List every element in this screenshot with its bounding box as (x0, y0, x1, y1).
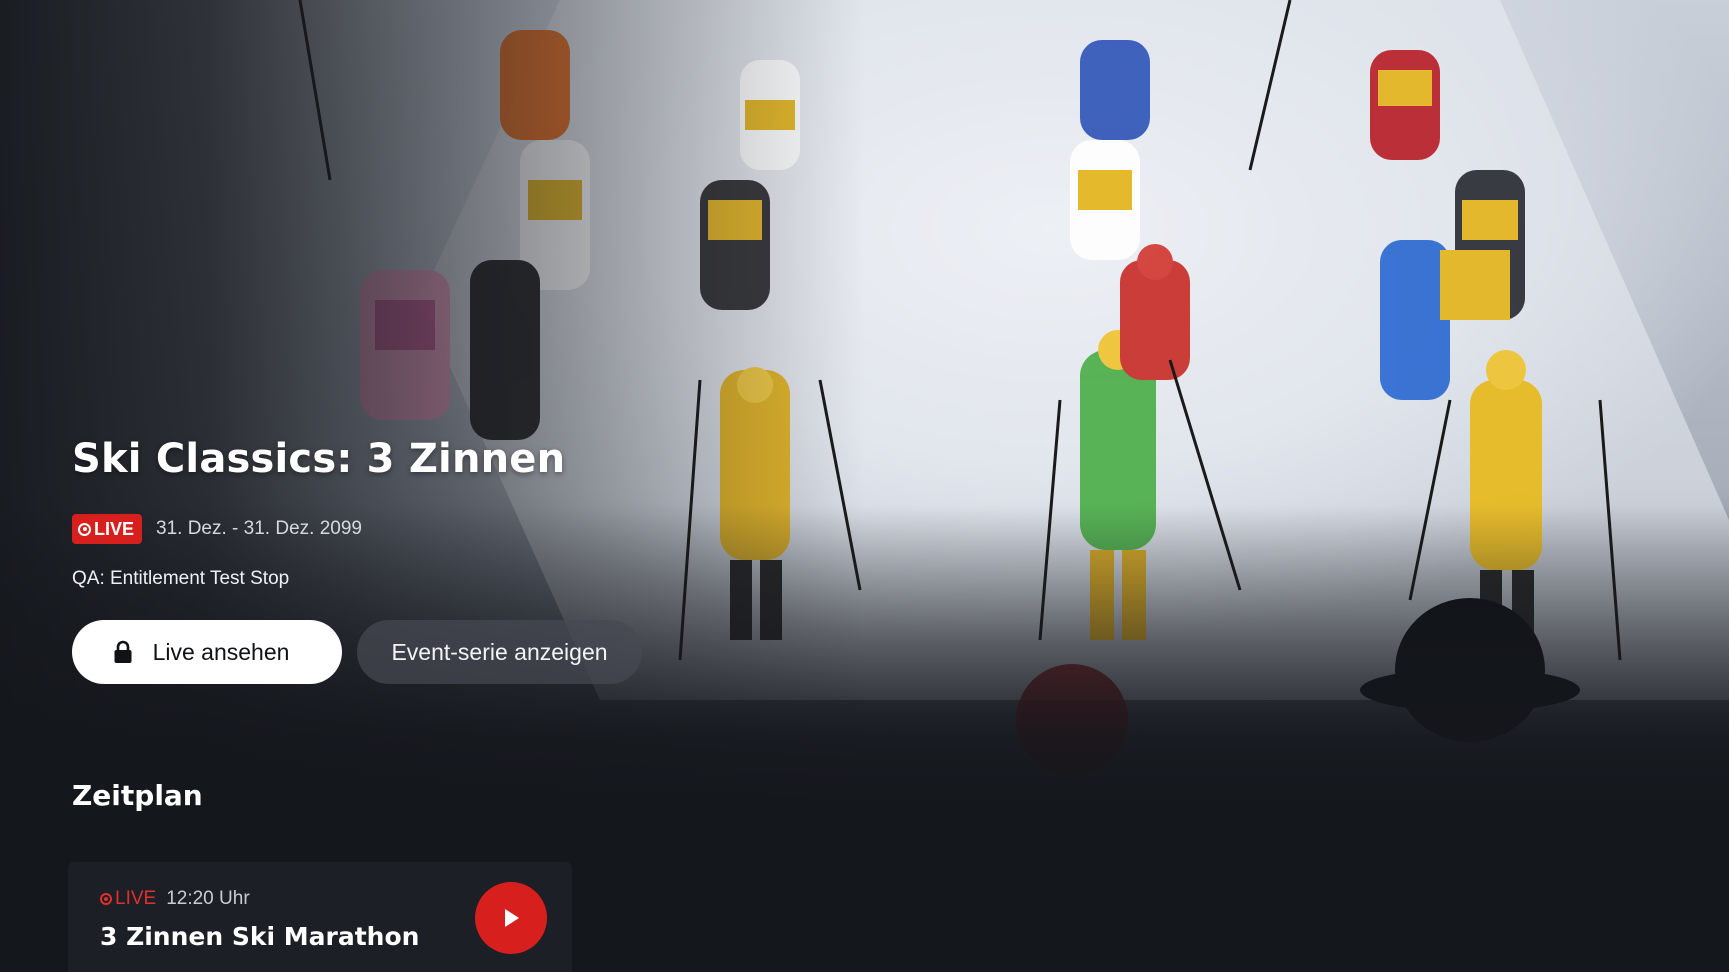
live-indicator-icon (100, 893, 112, 905)
event-subtitle: QA: Entitlement Test Stop (72, 568, 290, 589)
schedule-live-label: LIVE (115, 888, 157, 909)
lock-icon (114, 640, 132, 663)
schedule-card[interactable]: LIVE 12:20 Uhr 3 Zinnen Ski Marathon (68, 862, 572, 972)
show-event-series-button[interactable]: Event-serie anzeigen (357, 620, 642, 684)
event-actions: Live ansehen Event-serie anzeigen (72, 620, 642, 684)
event-meta: LIVE 31. Dez. - 31. Dez. 2099 (72, 514, 362, 544)
schedule-title: 3 Zinnen Ski Marathon (100, 922, 420, 951)
watch-live-label: Live ansehen (152, 638, 290, 665)
event-date-range: 31. Dez. - 31. Dez. 2099 (156, 518, 362, 539)
hero-bottom-scrim (0, 0, 1729, 972)
live-indicator-icon (78, 522, 91, 536)
schedule-heading: Zeitplan (72, 779, 203, 812)
schedule-live-indicator: LIVE (100, 888, 156, 910)
play-button[interactable] (475, 882, 547, 954)
show-event-series-label: Event-serie anzeigen (391, 638, 608, 665)
watch-live-button[interactable]: Live ansehen (72, 620, 342, 684)
schedule-card-meta: LIVE 12:20 Uhr (100, 888, 250, 910)
play-icon (505, 909, 519, 927)
event-title: Ski Classics: 3 Zinnen (72, 436, 566, 482)
schedule-time: 12:20 Uhr (166, 888, 250, 909)
live-badge: LIVE (72, 514, 143, 544)
live-badge-label: LIVE (94, 518, 135, 539)
